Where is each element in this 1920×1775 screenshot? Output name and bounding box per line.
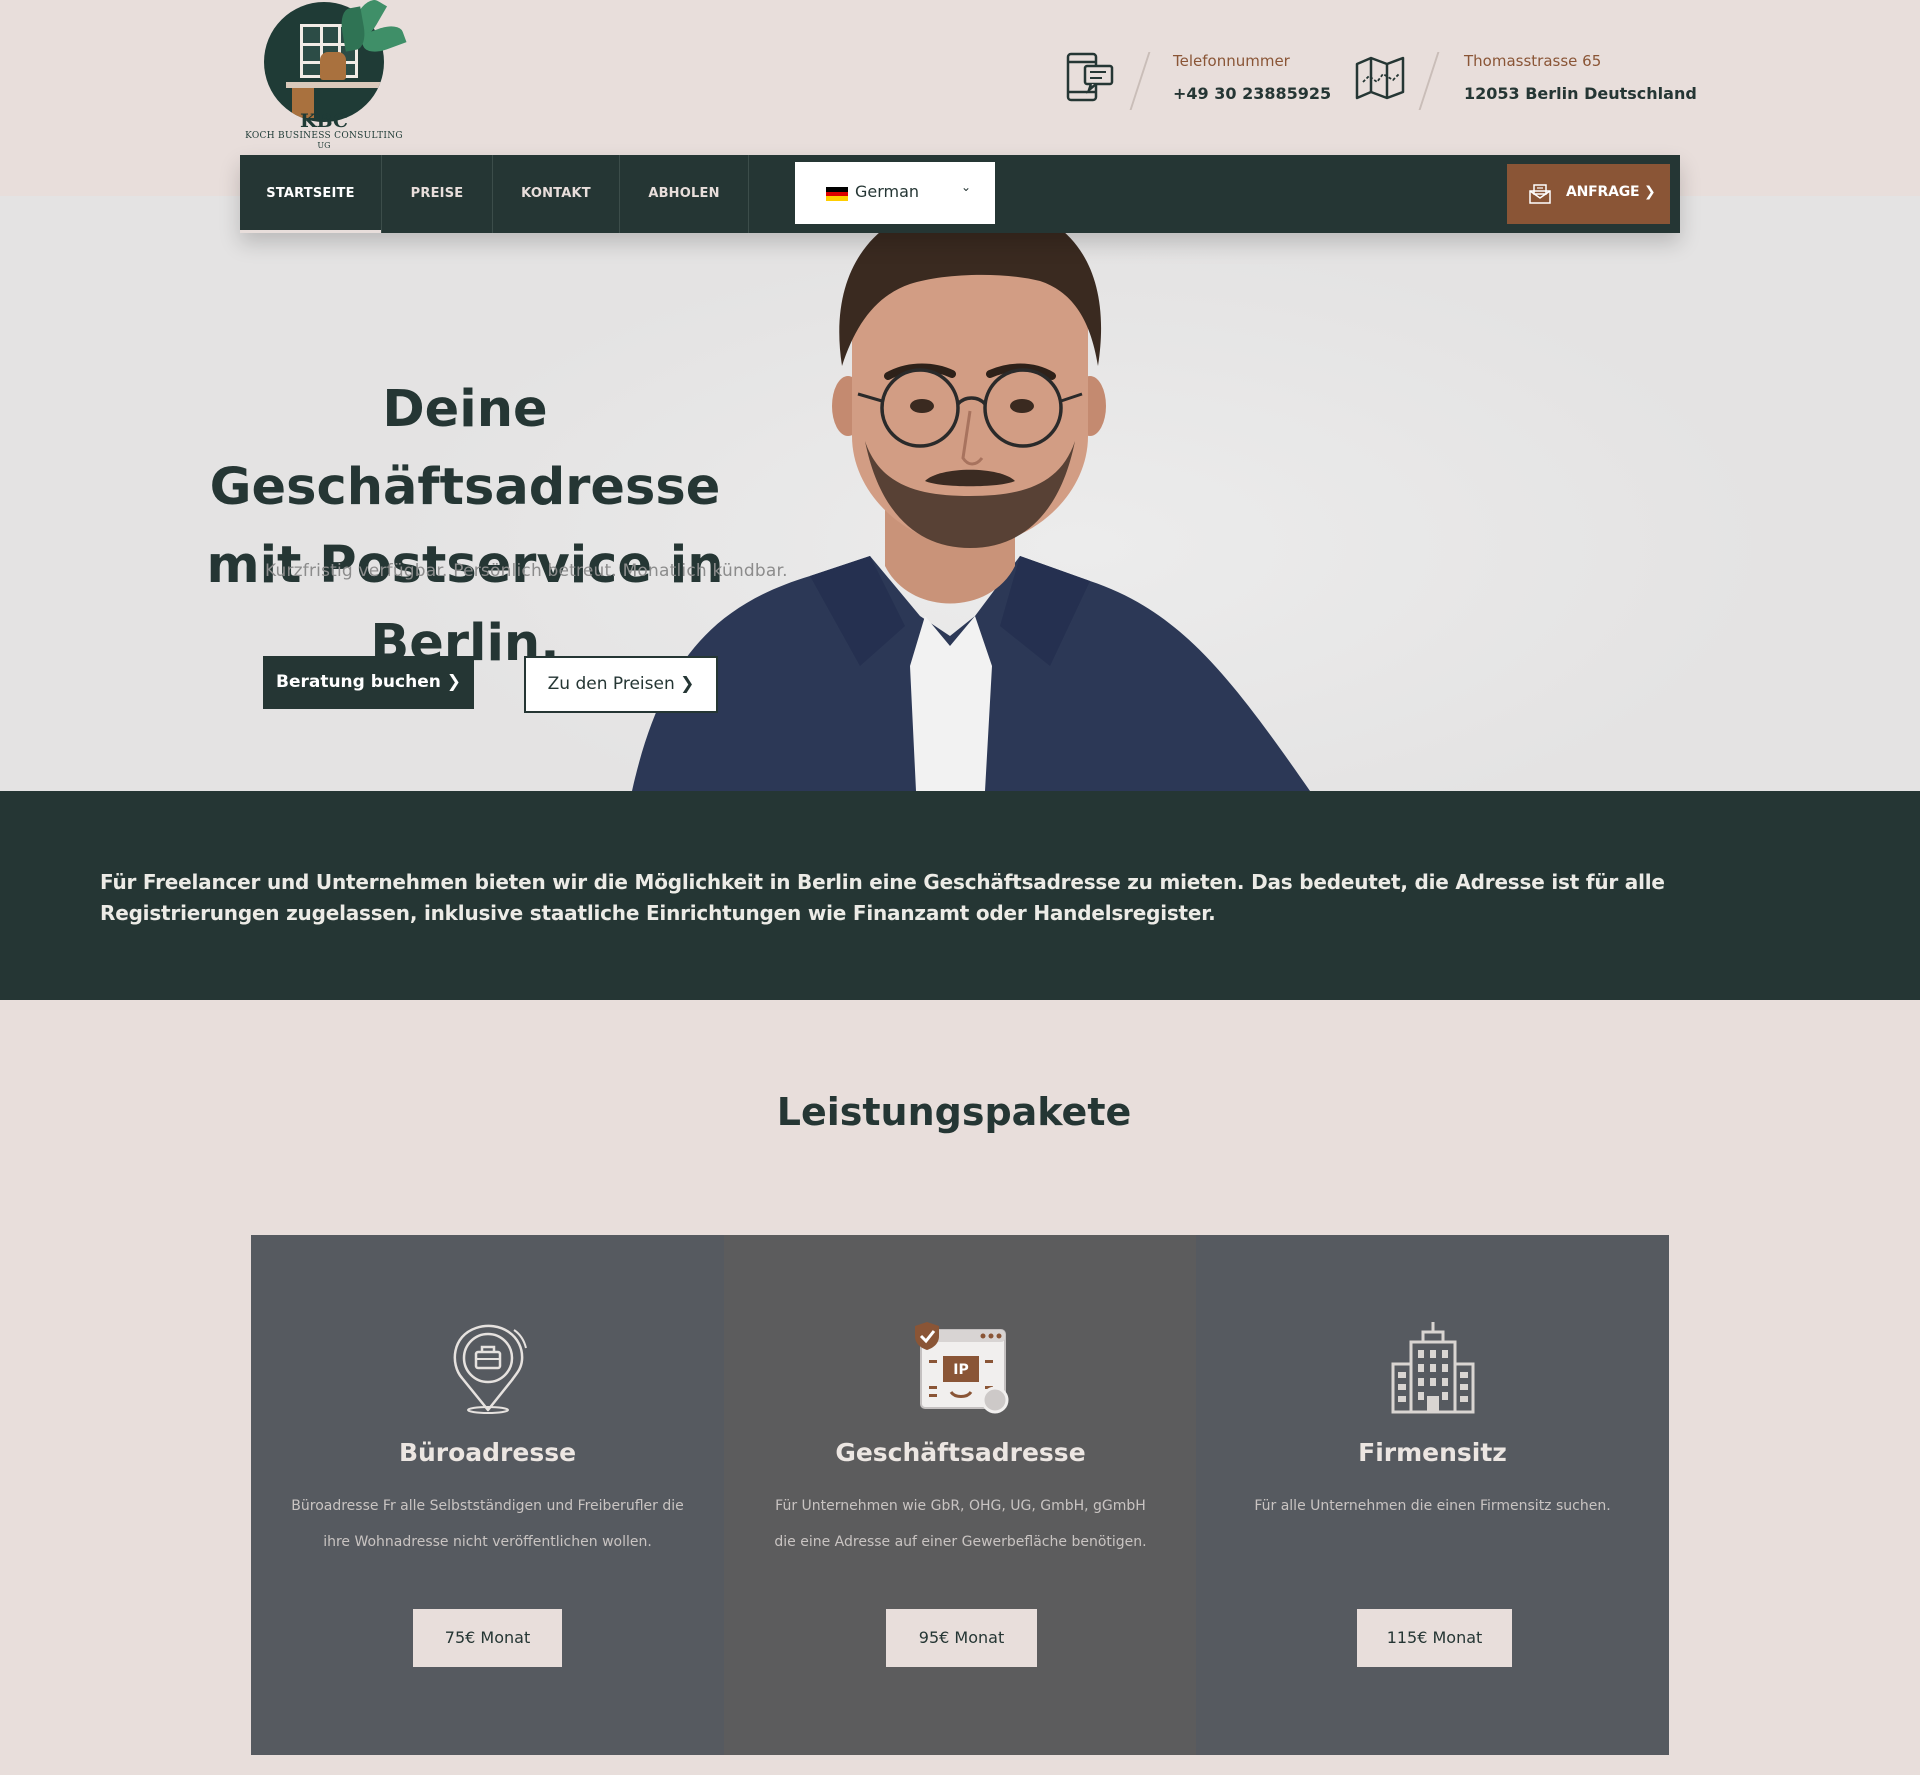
package-description: Büroadresse Fr alle Selbstständigen und … xyxy=(291,1498,684,1550)
address-street: Thomasstrasse 65 xyxy=(1464,52,1602,70)
book-consultation-button[interactable]: Beratung buchen ❯ xyxy=(263,656,474,709)
nav-item-startseite[interactable]: STARTSEITE xyxy=(240,155,382,233)
hero-section: Deine Geschäftsadresse mit Postservice i… xyxy=(0,196,1920,791)
hero-title-line-1: Deine Geschäftsadresse xyxy=(209,380,721,517)
main-nav: STARTSEITE PREISE KONTAKT ABHOLEN German… xyxy=(240,155,1680,233)
phone-chat-icon xyxy=(1066,52,1114,102)
anfrage-label: ANFRAGE ❯ xyxy=(1566,184,1656,200)
language-label: German xyxy=(855,182,920,201)
nav-item-abholen[interactable]: ABHOLEN xyxy=(620,155,749,233)
office-building-icon xyxy=(1391,1322,1474,1414)
company-logo[interactable]: KBC KOCH BUSINESS CONSULTING UG xyxy=(244,0,407,152)
envelope-icon xyxy=(1529,184,1551,204)
packages-cards: Büroadresse Büroadresse Fr alle Selbstst… xyxy=(251,1235,1669,1755)
logo-text: KBC xyxy=(299,110,349,132)
package-description: Für alle Unternehmen die einen Firmensit… xyxy=(1254,1498,1611,1514)
intro-text: Für Freelancer und Unternehmen bieten wi… xyxy=(100,870,1665,925)
nav-item-kontakt[interactable]: KONTAKT xyxy=(493,155,620,233)
packages-title: Leistungspakete xyxy=(776,1090,1132,1134)
view-prices-button[interactable]: Zu den Preisen ❯ xyxy=(524,656,718,713)
package-price-button[interactable]: 115€ Monat xyxy=(1357,1609,1512,1667)
phone-label: Telefonnummer xyxy=(1173,52,1290,70)
map-icon xyxy=(1355,56,1405,100)
package-title: Büroadresse xyxy=(398,1438,577,1467)
logo-subtitle: KOCH BUSINESS CONSULTING xyxy=(245,131,403,141)
anfrage-button[interactable]: ANFRAGE ❯ xyxy=(1507,164,1670,224)
phone-number[interactable]: +49 30 23885925 xyxy=(1173,84,1331,103)
package-title: Firmensitz xyxy=(1358,1438,1507,1467)
package-title: Geschäftsadresse xyxy=(835,1438,1086,1467)
language-select[interactable]: German ⌄ xyxy=(795,162,995,224)
package-price-button[interactable]: 75€ Monat xyxy=(413,1609,562,1667)
package-card-firmensitz: Firmensitz Für alle Unternehmen die eine… xyxy=(1196,1235,1669,1755)
intro-banner: Für Freelancer und Unternehmen bieten wi… xyxy=(0,791,1920,1000)
hero-subtitle: Kurzfristig verfügbar. Persönlich betreu… xyxy=(265,561,788,581)
package-description: Für Unternehmen wie GbR, OHG, UG, GmbH, … xyxy=(774,1498,1147,1550)
ip-address-icon: IP xyxy=(914,1322,1008,1414)
svg-text:IP: IP xyxy=(953,1362,968,1378)
german-flag-icon xyxy=(826,187,848,202)
package-price-button[interactable]: 95€ Monat xyxy=(886,1609,1037,1667)
logo-subtitle-ug: UG xyxy=(317,141,331,150)
package-card-geschaeftsadresse: IP Geschäftsadresse Für Unternehmen wie … xyxy=(724,1235,1197,1755)
package-card-bueroadresse: Büroadresse Büroadresse Fr alle Selbstst… xyxy=(251,1235,724,1755)
hero-title: Deine Geschäftsadresse mit Postservice i… xyxy=(120,371,810,683)
address-city: 12053 Berlin Deutschland xyxy=(1464,84,1697,103)
nav-item-preise[interactable]: PREISE xyxy=(382,155,493,233)
chevron-down-icon: ⌄ xyxy=(961,180,972,194)
location-briefcase-icon xyxy=(453,1324,527,1414)
